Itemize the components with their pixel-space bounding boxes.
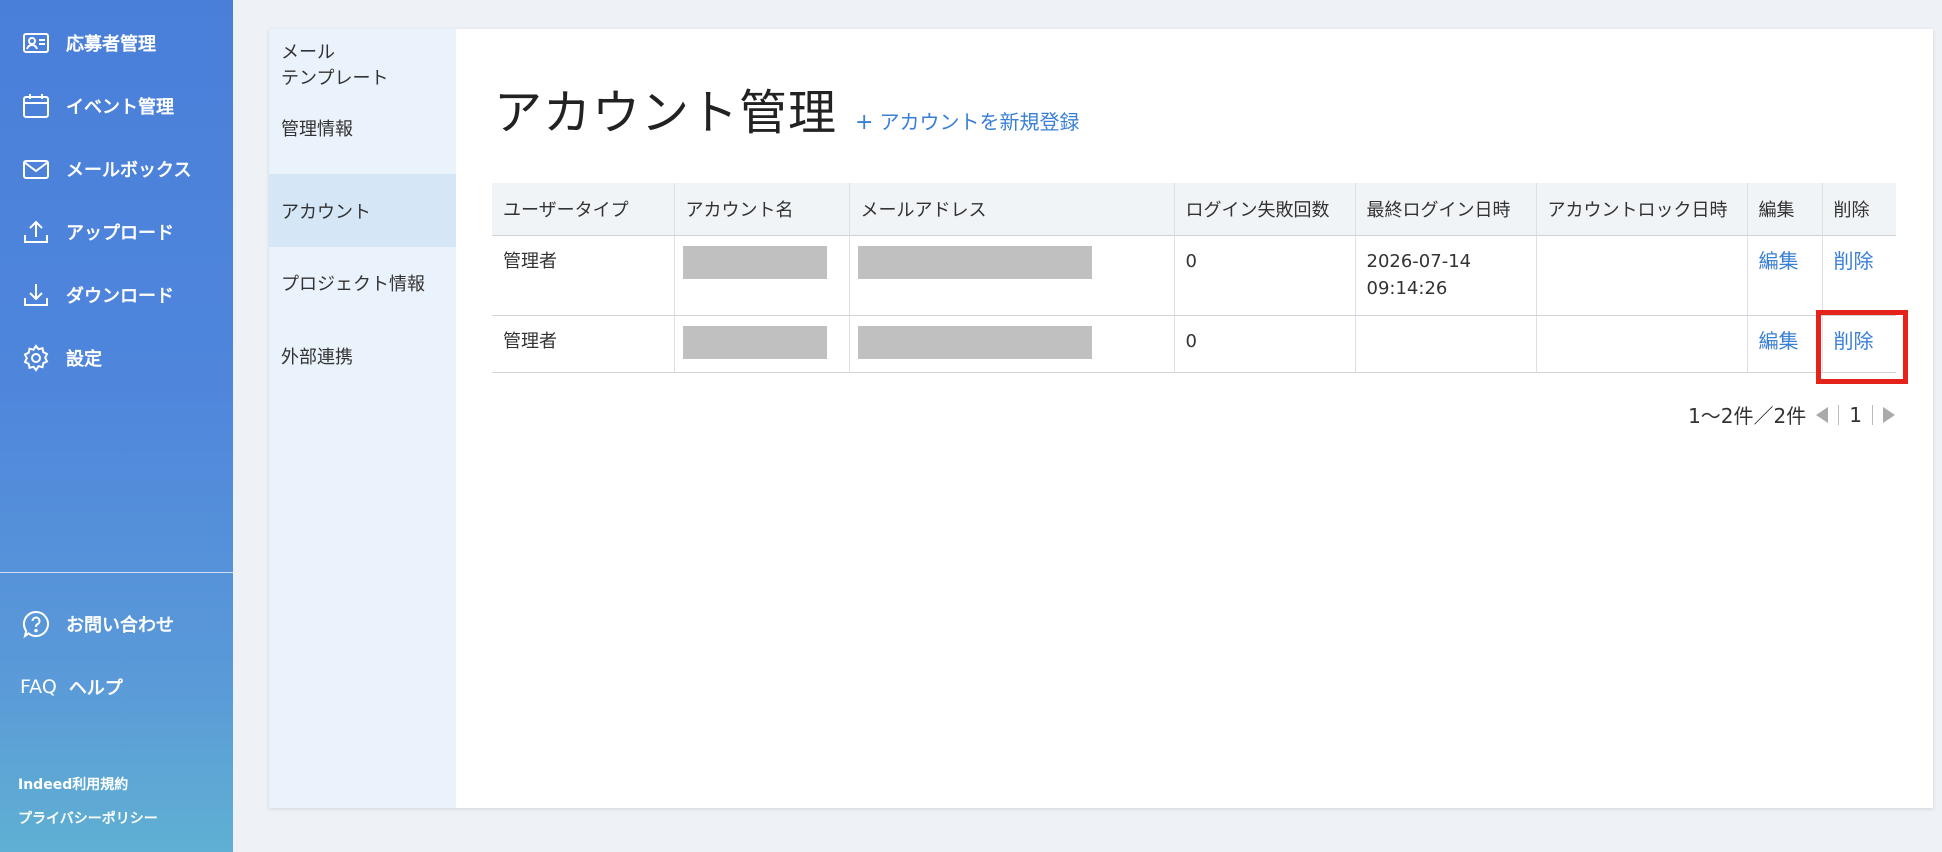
nav-label: 設定	[66, 348, 102, 370]
cell-lock-date	[1536, 315, 1748, 373]
nav-item-mailbox[interactable]: メールボックス	[0, 137, 233, 200]
title-row: アカウント管理 + アカウントを新規登録	[494, 73, 1079, 143]
table-row: 管理者 0 編集 削除	[492, 315, 1896, 373]
nav-label: お問い合わせ	[66, 614, 174, 636]
main-sidebar: 応募者管理 イベント管理 メールボックス アップロード ダウンロード 設定 お問…	[0, 0, 233, 852]
header-delete: 削除	[1822, 183, 1896, 236]
header-lock-date: アカウントロック日時	[1536, 183, 1748, 236]
gear-icon	[20, 342, 52, 374]
pagination: 1〜2件／2件 1	[1688, 400, 1895, 429]
sidebar-divider	[0, 572, 233, 573]
cell-email	[849, 315, 1175, 373]
prev-page-icon[interactable]	[1816, 406, 1829, 423]
cell-delete: 削除	[1822, 315, 1896, 373]
edit-link[interactable]: 編集	[1759, 249, 1799, 273]
header-email: メールアドレス	[849, 183, 1175, 236]
subnav-item-project-info[interactable]: プロジェクト情報	[269, 247, 456, 319]
accounts-table: ユーザータイプ アカウント名 メールアドレス ログイン失敗回数 最終ログイン日時…	[492, 183, 1896, 373]
redacted-block	[857, 245, 1092, 279]
download-icon	[20, 279, 52, 311]
cell-lock-date	[1536, 235, 1748, 316]
applicant-card-icon	[20, 27, 52, 59]
page-number[interactable]: 1	[1849, 403, 1862, 427]
last-login-date: 2026-07-14	[1366, 250, 1472, 272]
nav-item-download[interactable]: ダウンロード	[0, 263, 233, 326]
subnav-item-mail-template[interactable]: メール テンプレート	[269, 29, 456, 115]
nav-label: ヘルプ	[68, 677, 123, 699]
main-nav: 応募者管理 イベント管理 メールボックス アップロード ダウンロード 設定	[0, 11, 233, 389]
cell-email	[849, 235, 1175, 316]
content-card: メール テンプレート 管理情報 アカウント プロジェクト情報 外部連携 アカウン…	[269, 29, 1933, 808]
nav-label: メールボックス	[66, 159, 192, 181]
delete-link[interactable]: 削除	[1834, 249, 1874, 273]
header-user-type: ユーザータイプ	[492, 183, 675, 236]
cell-delete: 削除	[1822, 235, 1896, 316]
redacted-block	[682, 325, 827, 359]
mail-icon	[20, 153, 52, 185]
cell-user-type: 管理者	[492, 235, 675, 316]
subnav-item-account[interactable]: アカウント	[269, 174, 456, 247]
new-account-link[interactable]: + アカウントを新規登録	[855, 106, 1079, 135]
nav-label: イベント管理	[66, 96, 174, 118]
edit-link[interactable]: 編集	[1759, 329, 1799, 353]
cell-edit: 編集	[1747, 235, 1823, 316]
last-login-time: 09:14:26	[1366, 277, 1448, 299]
calendar-icon	[20, 90, 52, 122]
settings-subnav: メール テンプレート 管理情報 アカウント プロジェクト情報 外部連携	[269, 29, 456, 808]
nav-item-events[interactable]: イベント管理	[0, 74, 233, 137]
question-icon	[20, 608, 52, 640]
nav-item-upload[interactable]: アップロード	[0, 200, 233, 263]
main-content: アカウント管理 + アカウントを新規登録 ユーザータイプ アカウント名 メールア…	[456, 29, 1933, 808]
pager-separator	[1838, 404, 1840, 425]
footer-links: Indeed利用規約 プライバシーポリシー	[18, 774, 158, 842]
cell-user-type: 管理者	[492, 315, 675, 373]
nav-label: アップロード	[66, 222, 174, 244]
support-nav: お問い合わせ FAQ ヘルプ	[0, 592, 233, 718]
redacted-block	[857, 325, 1092, 359]
plus-icon: +	[855, 110, 874, 135]
cell-edit: 編集	[1747, 315, 1823, 373]
cell-login-failures: 0	[1174, 315, 1356, 373]
header-login-failures: ログイン失敗回数	[1174, 183, 1356, 236]
new-account-label: アカウントを新規登録	[879, 110, 1080, 134]
subnav-item-integrations[interactable]: 外部連携	[269, 319, 456, 393]
header-last-login: 最終ログイン日時	[1355, 183, 1537, 236]
delete-link[interactable]: 削除	[1834, 329, 1874, 353]
nav-item-help[interactable]: FAQ ヘルプ	[0, 655, 233, 718]
cell-last-login	[1355, 315, 1537, 373]
redacted-block	[682, 245, 827, 279]
cell-account-name	[674, 235, 850, 316]
pager-separator	[1872, 404, 1873, 425]
cell-login-failures: 0	[1174, 235, 1356, 316]
privacy-link[interactable]: プライバシーポリシー	[18, 808, 158, 828]
nav-item-applicants[interactable]: 応募者管理	[0, 11, 233, 74]
nav-item-settings[interactable]: 設定	[0, 326, 233, 389]
nav-label: ダウンロード	[66, 285, 174, 307]
page-title: アカウント管理	[494, 85, 838, 141]
table-row: 管理者 0 2026-07-14 09:14:26 編集 削除	[492, 235, 1896, 316]
table-header-row: ユーザータイプ アカウント名 メールアドレス ログイン失敗回数 最終ログイン日時…	[492, 183, 1896, 236]
nav-item-contact[interactable]: お問い合わせ	[0, 592, 233, 655]
subnav-item-management-info[interactable]: 管理情報	[269, 115, 456, 174]
pagination-summary: 1〜2件／2件	[1688, 404, 1807, 428]
nav-label: 応募者管理	[66, 33, 156, 55]
cell-account-name	[674, 315, 850, 373]
terms-link[interactable]: Indeed利用規約	[18, 774, 158, 794]
upload-icon	[20, 216, 52, 248]
header-edit: 編集	[1747, 183, 1823, 236]
header-account-name: アカウント名	[674, 183, 850, 236]
faq-icon: FAQ	[20, 675, 57, 698]
next-page-icon[interactable]	[1883, 406, 1895, 423]
cell-last-login: 2026-07-14 09:14:26	[1355, 235, 1537, 316]
